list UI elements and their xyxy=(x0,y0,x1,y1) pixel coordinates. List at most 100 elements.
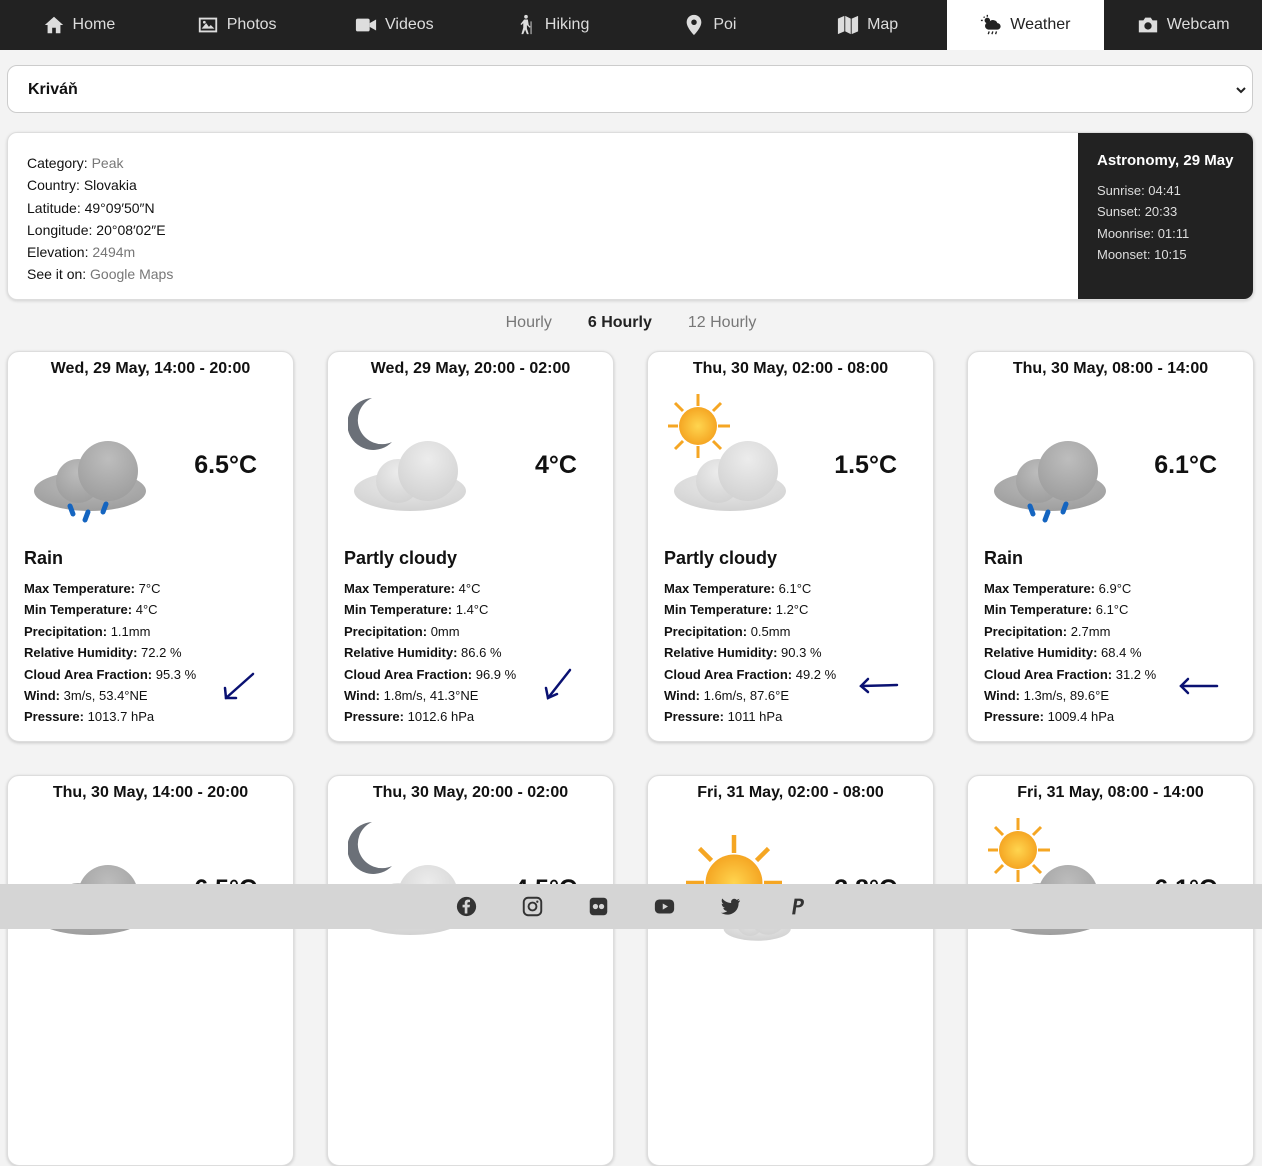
nav-label: Map xyxy=(867,16,899,33)
partly-cloudy-day-icon xyxy=(988,816,1106,935)
google-maps-link[interactable]: Google Maps xyxy=(90,266,173,282)
condition: Partly cloudy xyxy=(664,548,778,568)
moonset: Moonset: 10:15 xyxy=(1097,247,1187,263)
location-select-value: Kriváň xyxy=(28,81,78,98)
pressure-value: 1009.4 hPa xyxy=(1047,709,1115,725)
humidity-row: Relative Humidity: 90.3 % xyxy=(664,642,836,663)
wind-value: 1.3m/s, 89.6°E xyxy=(1023,688,1110,704)
cloud-sun-rain-icon xyxy=(981,14,1001,35)
humidity-value: 90.3 % xyxy=(781,645,822,661)
condition: Rain xyxy=(984,548,1024,568)
category-value: Peak xyxy=(91,155,124,171)
twitter-icon[interactable] xyxy=(720,896,741,917)
cloud-fraction-row: Cloud Area Fraction: 96.9 % xyxy=(344,664,516,685)
elevation-value: 2494m xyxy=(92,244,136,261)
humidity-label: Relative Humidity: xyxy=(344,645,458,661)
wind-direction-arrow-icon xyxy=(223,672,255,700)
hiker-icon xyxy=(520,14,532,35)
cloud-fraction-row: Cloud Area Fraction: 49.2 % xyxy=(664,664,836,685)
min-temperature-label: Min Temperature: xyxy=(664,602,773,618)
nav-label: Hiking xyxy=(544,16,590,33)
nav-item-map[interactable]: Map xyxy=(789,0,947,50)
cloud-fraction-value: 31.2 % xyxy=(1115,666,1157,682)
min-temperature-row: Min Temperature: 6.1°C xyxy=(984,599,1156,620)
condition: Partly cloudy xyxy=(344,548,458,568)
pressure-value: 1013.7 hPa xyxy=(87,709,155,725)
partly-cloudy-day-icon xyxy=(668,392,786,511)
nav-item-webcam[interactable]: Webcam xyxy=(1104,0,1262,50)
home-icon xyxy=(44,16,63,34)
pressure-label: Pressure: xyxy=(24,709,84,725)
pressure-row: Pressure: 1011 hPa xyxy=(664,706,836,727)
nav-item-home[interactable]: Home xyxy=(0,0,158,50)
astronomy-title: Astronomy, 29 May xyxy=(1097,152,1234,169)
wind-label: Wind: xyxy=(344,688,380,704)
wind-row: Wind: 1.6m/s, 87.6°E xyxy=(664,685,836,706)
cloud-fraction-label: Cloud Area Fraction: xyxy=(664,666,793,682)
tab-hourly[interactable]: Hourly xyxy=(506,314,552,332)
video-icon xyxy=(355,18,377,32)
forecast-card: Fri, 31 May, 08:00 - 14:00 6.1°C xyxy=(967,775,1254,1166)
humidity-row: Relative Humidity: 86.6 % xyxy=(344,642,516,663)
forecast-card-title: Thu, 30 May, 14:00 - 20:00 xyxy=(52,784,249,801)
latitude-value: 49°09′50″N xyxy=(84,199,155,216)
nav-item-hiking[interactable]: Hiking xyxy=(473,0,631,50)
forecast-card-title: Thu, 30 May, 08:00 - 14:00 xyxy=(1012,360,1209,377)
see-it-on-label: See it on: xyxy=(27,266,87,283)
nav-item-videos[interactable]: Videos xyxy=(316,0,474,50)
pressure-row: Pressure: 1009.4 hPa xyxy=(984,706,1156,727)
country-row: Country: Slovakia xyxy=(27,174,173,196)
max-temperature-value: 6.1°C xyxy=(778,581,812,596)
category-label: Category: xyxy=(27,155,88,171)
forecast-card: Wed, 29 May, 20:00 - 02:00 4°C Partly cl… xyxy=(327,351,614,742)
elevation-row: Elevation: 2494m xyxy=(27,241,173,263)
forecast-card: Thu, 30 May, 20:00 - 02:00 4.5°C xyxy=(327,775,614,1166)
humidity-row: Relative Humidity: 68.4 % xyxy=(984,642,1156,663)
temperature: 4°C xyxy=(535,451,577,479)
rain-icon xyxy=(994,441,1106,523)
precipitation-label: Precipitation: xyxy=(984,623,1068,639)
location-info-panel: Category: Peak Country: Slovakia Latitud… xyxy=(7,132,1254,300)
paypal-icon[interactable] xyxy=(786,896,807,917)
country-value: Slovakia xyxy=(83,177,137,194)
chevron-down-icon xyxy=(1236,87,1246,94)
precipitation-value: 2.7mm xyxy=(1070,623,1111,639)
moonrise: Moonrise: 01:11 xyxy=(1097,225,1190,241)
forecast-card: Thu, 30 May, 08:00 - 14:00 6.1°C Rain Ma… xyxy=(967,351,1254,742)
nav-label: Home xyxy=(72,16,116,33)
flickr-icon[interactable] xyxy=(588,896,609,917)
wind-row: Wind: 1.8m/s, 41.3°NE xyxy=(344,685,516,706)
tab-6-hourly[interactable]: 6 Hourly xyxy=(588,314,652,332)
youtube-icon[interactable] xyxy=(654,896,675,917)
forecast-card: Wed, 29 May, 14:00 - 20:00 6.5°C Rain Ma… xyxy=(7,351,294,742)
temperature: 6.1°C xyxy=(1154,451,1217,479)
location-select[interactable]: Kriváň xyxy=(7,65,1253,113)
forecast-tabs: Hourly 6 Hourly 12 Hourly xyxy=(0,314,1262,332)
humidity-row: Relative Humidity: 72.2 % xyxy=(24,642,196,663)
nav-label: Weather xyxy=(1010,16,1071,33)
longitude-value: 20°08′02″E xyxy=(96,221,166,238)
partly-cloudy-night-icon xyxy=(348,398,466,511)
instagram-icon[interactable] xyxy=(522,896,543,917)
forecast-card: Thu, 30 May, 02:00 - 08:00 1.5°C Partly … xyxy=(647,351,934,742)
nav-label: Photos xyxy=(226,16,277,33)
nav-item-photos[interactable]: Photos xyxy=(158,0,316,50)
astronomy-panel: Astronomy, 29 May Sunrise: 04:41 Sunset:… xyxy=(1078,133,1253,299)
forecast-details: Max Temperature: 6.1°C Min Temperature: … xyxy=(664,578,836,728)
min-temperature-label: Min Temperature: xyxy=(24,602,133,618)
country-label: Country: xyxy=(27,177,80,194)
map-icon xyxy=(837,15,859,35)
forecast-card-title: Fri, 31 May, 08:00 - 14:00 xyxy=(1017,784,1204,801)
see-it-on-row: See it on: Google Maps xyxy=(27,263,173,285)
sunrise: Sunrise: 04:41 xyxy=(1097,183,1181,198)
nav-item-poi[interactable]: Poi xyxy=(631,0,789,50)
condition: Rain xyxy=(24,548,64,568)
humidity-label: Relative Humidity: xyxy=(24,645,138,661)
tab-12-hourly[interactable]: 12 Hourly xyxy=(688,314,756,332)
nav-item-weather[interactable]: Weather xyxy=(946,0,1105,50)
partly-cloudy-night-icon xyxy=(348,822,466,935)
map-pin-icon xyxy=(686,14,702,36)
image-icon xyxy=(198,17,217,33)
facebook-icon[interactable] xyxy=(456,896,477,917)
forecast-card-title: Thu, 30 May, 02:00 - 08:00 xyxy=(692,360,889,377)
